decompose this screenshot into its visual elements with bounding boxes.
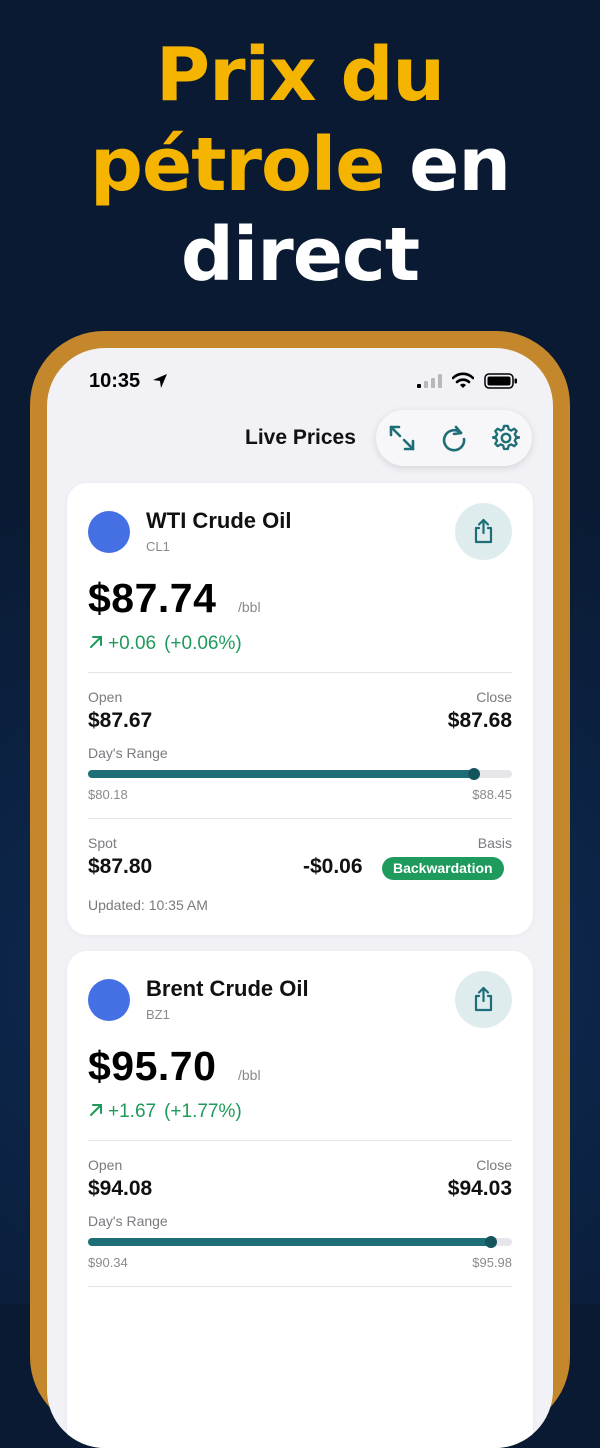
battery-icon	[484, 373, 517, 389]
change-percent: (+1.77%)	[164, 1101, 242, 1122]
phone-screen: 10:35 Live Prices WTI Crude Oil CL1 $87.…	[47, 348, 553, 1448]
open-value: $87.67	[88, 709, 153, 732]
day-range-fill	[88, 770, 474, 778]
gear-icon[interactable]	[492, 424, 520, 452]
price-unit: /bbl	[238, 599, 261, 615]
headline-line-2: pétrole en	[89, 122, 511, 208]
divider	[88, 1140, 512, 1141]
close-value: $87.68	[447, 709, 512, 732]
range-low: $80.18	[88, 787, 128, 802]
range-high: $95.98	[472, 1255, 512, 1270]
commodity-name: Brent Crude Oil	[146, 976, 309, 1001]
arrow-up-right-icon	[90, 1104, 102, 1116]
range-low: $90.34	[88, 1255, 128, 1270]
headline-line-1: Prix du	[155, 32, 445, 118]
basis-badge: Backwardation	[382, 857, 504, 880]
price-unit: /bbl	[238, 1067, 261, 1083]
brent-card: Brent Crude Oil BZ1 $95.70 /bbl +1.67 (+1…	[67, 951, 533, 1448]
commodity-symbol: BZ1	[146, 1007, 170, 1022]
share-icon	[474, 986, 493, 1012]
price-change: +0.06 (+0.06%)	[88, 633, 242, 655]
nav-title: Live Prices	[245, 426, 356, 449]
day-range-marker	[484, 1236, 497, 1248]
wifi-icon	[452, 372, 474, 388]
price: $87.74	[88, 575, 217, 621]
divider	[88, 1286, 512, 1287]
open-value: $94.08	[88, 1177, 153, 1200]
basis-label: Basis	[477, 835, 512, 851]
arrow-up-right-icon	[90, 636, 102, 648]
spot-value: $87.80	[88, 855, 153, 878]
price-change: +1.67 (+1.77%)	[88, 1101, 242, 1123]
basis-value: -$0.06	[303, 855, 363, 878]
headline: Prix du pétrole en direct	[0, 30, 600, 300]
expand-icon[interactable]	[388, 424, 416, 452]
open-label: Open	[88, 689, 123, 705]
status-time: 10:35	[89, 370, 141, 392]
updated-time: Updated: 10:35 AM	[88, 897, 208, 913]
change-value: +1.67	[108, 1101, 157, 1122]
location-arrow-icon	[153, 374, 167, 388]
day-range-marker	[467, 768, 480, 780]
open-label: Open	[88, 1157, 123, 1173]
share-icon	[474, 518, 493, 544]
commodity-symbol: CL1	[146, 539, 170, 554]
headline-line-3: direct	[180, 212, 420, 298]
day-range-bar	[88, 1236, 512, 1248]
change-percent: (+0.06%)	[164, 633, 242, 654]
commodity-dot	[88, 979, 130, 1021]
day-range-fill	[88, 1238, 491, 1246]
range-high: $88.45	[472, 787, 512, 802]
spot-label: Spot	[88, 835, 117, 851]
wti-card: WTI Crude Oil CL1 $87.74 /bbl +0.06 (+0.0…	[67, 483, 533, 935]
refresh-icon[interactable]	[440, 424, 468, 452]
share-button[interactable]	[455, 971, 512, 1028]
cellular-signal-icon	[417, 374, 442, 388]
range-label: Day's Range	[88, 1213, 168, 1229]
share-button[interactable]	[455, 503, 512, 560]
commodity-name: WTI Crude Oil	[146, 508, 292, 533]
commodity-dot	[88, 511, 130, 553]
close-label: Close	[476, 689, 512, 705]
close-value: $94.03	[447, 1177, 512, 1200]
day-range-bar	[88, 768, 512, 780]
price: $95.70	[88, 1043, 217, 1089]
change-value: +0.06	[108, 633, 157, 654]
range-label: Day's Range	[88, 745, 168, 761]
toolbar	[376, 410, 532, 466]
close-label: Close	[476, 1157, 512, 1173]
divider	[88, 818, 512, 819]
divider	[88, 672, 512, 673]
